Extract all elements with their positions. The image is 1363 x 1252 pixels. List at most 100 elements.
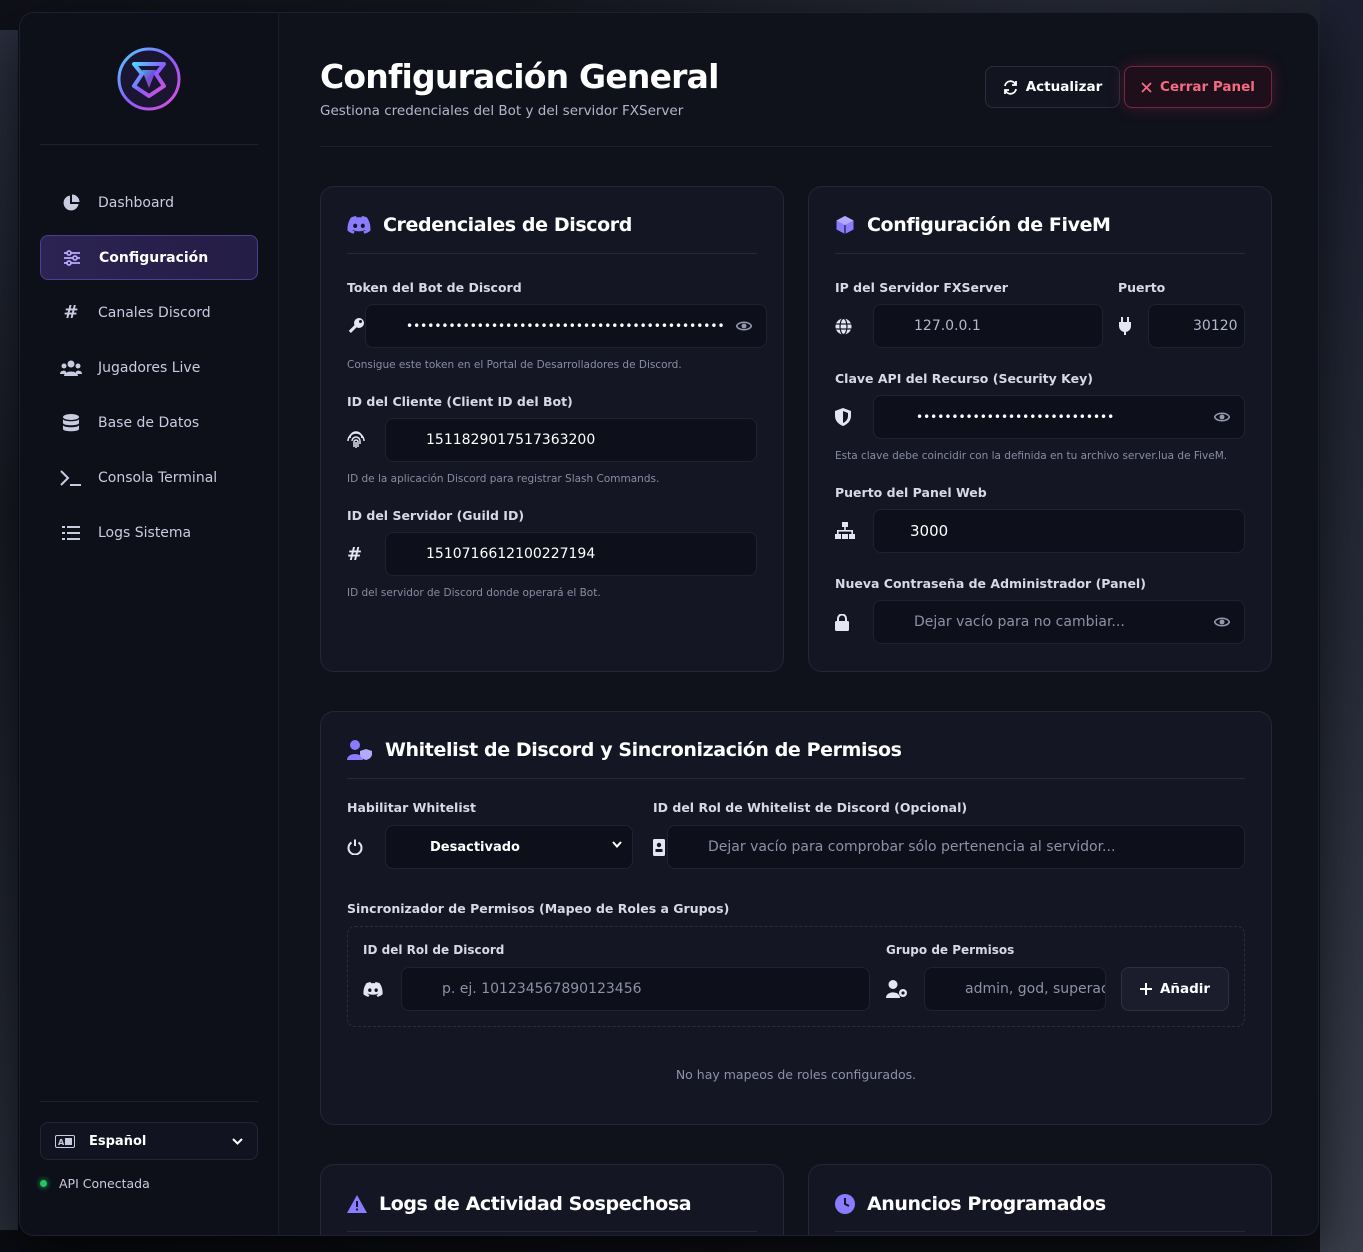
divider <box>347 253 757 254</box>
refresh-icon <box>1003 79 1017 95</box>
admin-password-placeholder: Dejar vacío para no cambiar... <box>914 614 1125 630</box>
empty-mappings-message: No hay mapeos de roles configurados. <box>675 1067 917 1082</box>
sidebar-item-canales-discord[interactable]: # Canales Discord <box>40 290 258 335</box>
page-subtitle: Gestiona credenciales del Bot y del serv… <box>320 103 684 119</box>
enable-whitelist-label: Habilitar Whitelist <box>347 800 477 815</box>
port-input[interactable]: 30120 <box>1148 304 1245 348</box>
clock-icon <box>835 1194 855 1214</box>
admin-password-label: Nueva Contraseña de Administrador (Panel… <box>835 576 1146 591</box>
hashtag-icon: # <box>347 543 363 565</box>
database-icon <box>60 412 82 434</box>
web-port-value: 3000 <box>910 522 949 540</box>
discord-icon <box>363 981 401 997</box>
api-status: API Conectada <box>40 1176 258 1191</box>
permission-group-label: Grupo de Permisos <box>886 943 1015 957</box>
sidebar-item-label: Logs Sistema <box>98 524 192 541</box>
enable-whitelist-select[interactable]: Desactivado <box>385 825 633 869</box>
guild-id-input[interactable]: 1510716612100227194 <box>385 532 757 576</box>
whitelist-role-placeholder: Dejar vacío para comprobar sólo pertenen… <box>708 839 1116 855</box>
eye-icon[interactable] <box>1214 409 1230 425</box>
eye-icon[interactable] <box>1214 614 1230 630</box>
client-id-hint: ID de la aplicación Discord para registr… <box>347 473 660 485</box>
guild-id-value: 1510716612100227194 <box>426 546 596 562</box>
user-shield-icon <box>347 740 372 760</box>
divider <box>835 253 1245 254</box>
discord-credentials-card: Credenciales de Discord Token del Bot de… <box>320 186 784 672</box>
token-input[interactable]: ••••••••••••••••••••••••••••••••••••••••… <box>365 304 767 348</box>
card-title-text: Credenciales de Discord <box>383 214 632 236</box>
sidebar-item-jugadores-live[interactable]: Jugadores Live <box>40 345 258 390</box>
chart-pie-icon <box>60 192 82 214</box>
page-header: Configuración General Gestiona credencia… <box>320 13 1272 147</box>
sidebar-item-logs-sistema[interactable]: Logs Sistema <box>40 510 258 555</box>
web-port-input[interactable]: 3000 <box>873 509 1245 553</box>
api-key-input[interactable]: •••••••••••••••••••••••••••• <box>873 395 1245 439</box>
fingerprint-icon <box>347 431 385 449</box>
api-key-value: •••••••••••••••••••••••••••• <box>916 410 1115 424</box>
guild-id-hint: ID del servidor de Discord donde operará… <box>347 587 601 599</box>
chevron-down-icon <box>612 841 622 848</box>
sliders-icon <box>61 247 83 269</box>
language-value: Español <box>89 1133 147 1149</box>
logo-icon <box>117 47 181 110</box>
close-panel-button[interactable]: Cerrar Panel <box>1124 66 1272 108</box>
refresh-button[interactable]: Actualizar <box>985 66 1120 108</box>
permission-sync-label: Sincronizador de Permisos (Mapeo de Role… <box>347 901 730 916</box>
discord-role-label: ID del Rol de Discord <box>363 943 505 957</box>
eye-icon[interactable] <box>736 318 752 334</box>
card-title: Whitelist de Discord y Sincronización de… <box>347 739 902 761</box>
api-key-hint: Esta clave debe coincidir con la definid… <box>835 450 1228 462</box>
refresh-label: Actualizar <box>1025 79 1103 95</box>
token-row: ••••••••••••••••••••••••••••••••••••••••… <box>347 304 767 348</box>
role-mapping-form: ID del Rol de Discord Grupo de Permisos … <box>347 926 1245 1027</box>
logo-container <box>40 13 258 145</box>
globe-icon <box>835 317 873 335</box>
discord-role-input[interactable]: p. ej. 101234567890123456 <box>401 967 870 1011</box>
sidebar-item-label: Base de Datos <box>98 414 200 431</box>
fivem-config-card: Configuración de FiveM IP del Servidor F… <box>808 186 1272 672</box>
sidebar-item-label: Jugadores Live <box>98 359 201 376</box>
announcements-card: Anuncios Programados <box>808 1164 1272 1235</box>
ip-input[interactable]: 127.0.0.1 <box>873 304 1103 348</box>
divider <box>347 778 1245 779</box>
permission-group-placeholder: admin, god, superadmin <box>965 981 1105 997</box>
admin-password-input[interactable]: Dejar vacío para no cambiar... <box>873 600 1245 644</box>
sidebar-item-dashboard[interactable]: Dashboard <box>40 180 258 225</box>
card-title-text: Configuración de FiveM <box>867 214 1111 236</box>
id-card-icon <box>653 838 665 856</box>
sidebar-footer: A Español API Conectada <box>40 1101 258 1191</box>
whitelist-role-row: Dejar vacío para comprobar sólo pertenen… <box>653 825 1245 869</box>
page-title: Configuración General <box>320 57 719 96</box>
whitelist-card: Whitelist de Discord y Sincronización de… <box>320 711 1272 1125</box>
close-panel-label: Cerrar Panel <box>1160 79 1255 95</box>
card-title: Credenciales de Discord <box>347 214 632 236</box>
close-icon <box>1141 81 1152 93</box>
permission-group-input[interactable]: admin, god, superadmin <box>924 967 1106 1011</box>
warning-icon <box>347 1195 367 1213</box>
plus-icon <box>1139 983 1152 995</box>
web-port-row: 3000 <box>835 509 1245 553</box>
suspicious-logs-card: Logs de Actividad Sospechosa <box>320 1164 784 1235</box>
language-icon: A <box>55 1134 75 1148</box>
hashtag-icon: # <box>63 302 79 323</box>
sidebar-item-consola-terminal[interactable]: Consola Terminal <box>40 455 258 500</box>
sidebar-nav: Dashboard Configuración # Canales Discor… <box>20 180 278 555</box>
power-icon <box>347 839 385 855</box>
language-select[interactable]: A Español <box>40 1122 258 1160</box>
lock-icon <box>835 613 873 631</box>
user-gear-icon <box>886 980 924 998</box>
discord-role-placeholder: p. ej. 101234567890123456 <box>442 981 642 997</box>
sidebar-item-configuracion[interactable]: Configuración <box>40 235 258 280</box>
token-label: Token del Bot de Discord <box>347 280 522 295</box>
enable-whitelist-row: Desactivado <box>347 825 633 869</box>
add-mapping-button[interactable]: Añadir <box>1121 967 1229 1011</box>
users-icon <box>60 357 82 379</box>
sidebar-item-base-de-datos[interactable]: Base de Datos <box>40 400 258 445</box>
port-row: 30120 <box>1118 304 1245 348</box>
svg-text:A: A <box>58 1138 65 1147</box>
app-window: Dashboard Configuración # Canales Discor… <box>20 13 1318 1235</box>
whitelist-role-input[interactable]: Dejar vacío para comprobar sólo pertenen… <box>667 825 1245 869</box>
divider <box>347 1231 757 1232</box>
client-id-input[interactable]: 1511829017517363200 <box>385 418 757 462</box>
admin-password-row: Dejar vacío para no cambiar... <box>835 600 1245 644</box>
